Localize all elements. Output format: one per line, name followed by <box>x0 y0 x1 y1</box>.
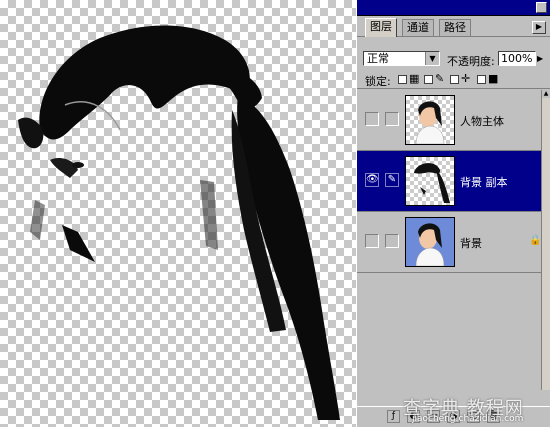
opacity-arrow-icon[interactable]: ▶ <box>537 51 548 66</box>
visibility-toggle[interactable] <box>365 112 379 126</box>
opacity-label: 不透明度: <box>447 55 495 68</box>
tab-channels[interactable]: 通道 <box>402 19 434 36</box>
eye-icon[interactable]: 👁 <box>365 173 379 187</box>
opacity-input[interactable]: 100% <box>498 51 536 66</box>
palette-titlebar[interactable] <box>357 0 550 16</box>
layer-thumbnail <box>405 95 455 145</box>
link-toggle[interactable] <box>385 112 399 126</box>
layers-scrollbar[interactable] <box>541 90 550 390</box>
lock-icon: 🔒 <box>529 235 542 246</box>
lock-pixels-checkbox[interactable] <box>424 75 433 84</box>
document-canvas[interactable] <box>0 0 360 427</box>
tab-layers[interactable]: 图层 <box>365 18 397 37</box>
lock-icon: ■ <box>488 72 499 85</box>
layer-row-person[interactable]: 人物主体 <box>357 90 543 151</box>
brush-icon: ✎ <box>435 72 445 85</box>
palette-tabs: 图层 通道 路径 ▶ <box>357 16 550 37</box>
layer-thumbnail <box>405 156 455 206</box>
blend-mode-select[interactable]: 正常 ▼ <box>363 51 440 66</box>
lock-position-checkbox[interactable] <box>450 75 459 84</box>
layer-row-background-copy[interactable]: 👁 ✎ 背景 副本 <box>357 151 543 212</box>
layer-name: 人物主体 <box>460 115 504 128</box>
layer-style-icon[interactable]: ƒ <box>387 410 400 423</box>
watermark-url: jiaocheng.chazidian.com <box>412 414 524 424</box>
chevron-down-icon: ▼ <box>425 52 439 65</box>
visibility-toggle[interactable] <box>365 234 379 248</box>
extracted-hair-artwork <box>18 25 340 420</box>
lock-row: 锁定: ▦ ✎ ✛ ■ <box>357 70 550 89</box>
lock-label: 锁定: <box>365 75 391 88</box>
blend-opacity-row: 正常 ▼ 不透明度: 100% ▶ <box>357 48 550 70</box>
move-icon: ✛ <box>461 72 471 85</box>
layers-list: 人物主体 👁 ✎ 背景 副本 背景 🔒 <box>357 90 550 390</box>
layer-name: 背景 <box>460 237 482 250</box>
tab-paths[interactable]: 路径 <box>439 19 471 36</box>
close-icon[interactable] <box>536 2 547 13</box>
layer-row-background[interactable]: 背景 🔒 <box>357 212 543 273</box>
brush-icon[interactable]: ✎ <box>385 173 399 187</box>
layers-palette: 图层 通道 路径 ▶ 正常 ▼ 不透明度: 100% ▶ 锁定: ▦ ✎ ✛ ■ <box>356 0 550 427</box>
scroll-up-icon[interactable]: ▲ <box>542 90 550 98</box>
lock-all-checkbox[interactable] <box>477 75 486 84</box>
layer-name: 背景 副本 <box>460 176 508 189</box>
blend-mode-value: 正常 <box>367 52 389 65</box>
palette-menu-icon[interactable]: ▶ <box>532 21 546 34</box>
lock-transparency-checkbox[interactable] <box>398 75 407 84</box>
layer-thumbnail <box>405 217 455 267</box>
link-toggle[interactable] <box>385 234 399 248</box>
transparency-icon: ▦ <box>409 72 420 85</box>
